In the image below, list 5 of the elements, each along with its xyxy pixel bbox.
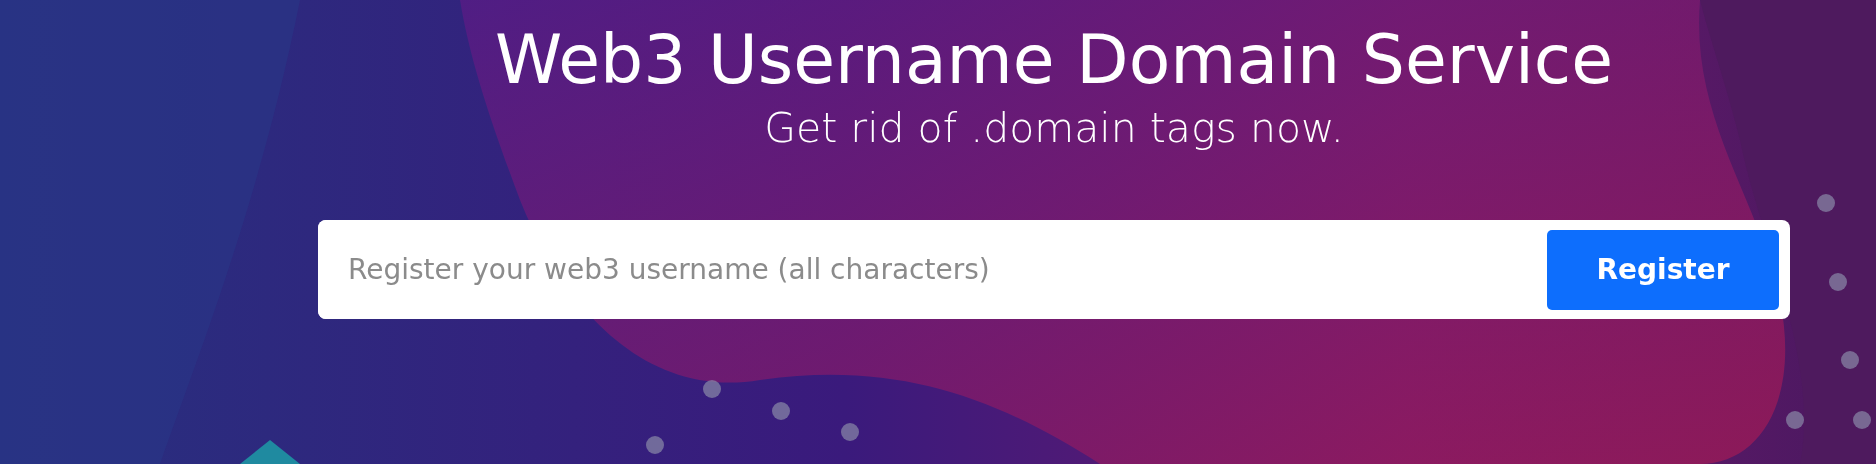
register-button[interactable]: Register: [1547, 229, 1779, 310]
subtitle: Get rid of .domain tags now.: [764, 104, 1344, 152]
page-title: Web3 Username Domain Service: [494, 20, 1614, 100]
register-bar[interactable]: Register your web3 username (all characters) Register: [318, 220, 1790, 319]
triangle-drawing: [240, 440, 300, 464]
